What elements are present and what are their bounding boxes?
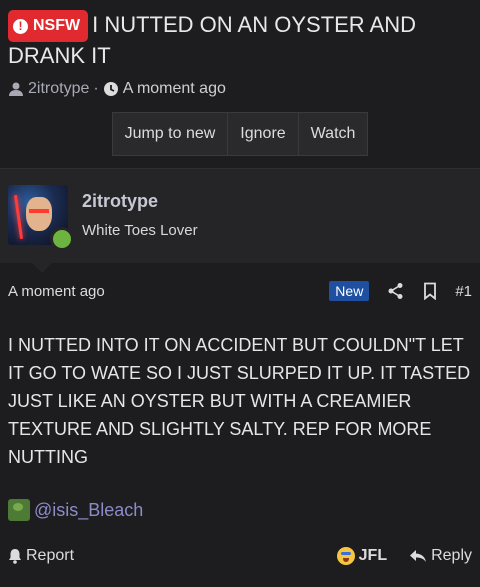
online-status-icon — [50, 227, 74, 251]
post-number[interactable]: #1 — [455, 283, 472, 300]
thread-action-group: Jump to new Ignore Watch — [111, 112, 369, 156]
reply-icon — [410, 550, 427, 562]
post-footer: Report JFL Reply — [0, 547, 480, 565]
signature: @isis_Bleach — [8, 499, 472, 521]
avatar[interactable] — [8, 185, 74, 251]
report-button[interactable]: Report — [8, 547, 74, 565]
post-author-block: 2itrotype White Toes Lover — [0, 168, 480, 273]
reply-label: Reply — [431, 547, 472, 564]
watch-button[interactable]: Watch — [299, 113, 368, 155]
avatar-saber — [13, 195, 24, 239]
nsfw-label: NSFW — [33, 17, 81, 34]
clock-icon — [103, 82, 118, 96]
share-icon[interactable] — [387, 282, 405, 300]
thread-time[interactable]: A moment ago — [123, 80, 226, 98]
alert-icon: ! — [13, 18, 28, 34]
post-message: I NUTTED INTO IT ON ACCIDENT BUT COULDN"… — [8, 335, 471, 467]
bookmark-icon[interactable] — [423, 282, 437, 300]
post-header: A moment ago New #1 — [8, 281, 472, 301]
thread-title-row: ! NSFW I NUTTED ON AN OYSTER AND DRANK IT — [8, 10, 472, 70]
thread-author-link[interactable]: 2itrotype — [28, 80, 89, 98]
new-badge: New — [329, 281, 370, 301]
avatar-eyes — [29, 209, 49, 213]
ignore-button[interactable]: Ignore — [228, 113, 299, 155]
bell-icon — [9, 549, 21, 564]
avatar-face — [26, 197, 52, 231]
meta-separator: · — [93, 80, 99, 97]
user-icon — [9, 82, 23, 96]
reply-button[interactable]: Reply — [409, 547, 472, 565]
reaction-jfl[interactable]: JFL — [336, 547, 388, 565]
jump-to-new-button[interactable]: Jump to new — [113, 113, 229, 155]
thread-header: ! NSFW I NUTTED ON AN OYSTER AND DRANK IT … — [0, 0, 480, 156]
post-author-name[interactable]: 2itrotype — [82, 191, 198, 212]
crying-laughing-emoji-icon — [336, 547, 355, 565]
post-body: A moment ago New #1 I NUTTED INTO IT ON … — [0, 263, 480, 521]
nsfw-badge: ! NSFW — [8, 10, 89, 42]
report-label: Report — [26, 547, 75, 564]
signature-link[interactable]: @isis_Bleach — [34, 500, 143, 521]
thread-meta: 2itrotype · A moment ago — [8, 80, 472, 98]
author-block-arrow — [32, 263, 52, 273]
post-time[interactable]: A moment ago — [8, 283, 105, 300]
post-author-title: White Toes Lover — [82, 222, 198, 239]
thread-actions: Jump to new Ignore Watch — [8, 112, 472, 156]
signature-image — [8, 499, 30, 521]
reaction-label: JFL — [358, 547, 388, 564]
author-text: 2itrotype White Toes Lover — [82, 185, 198, 245]
